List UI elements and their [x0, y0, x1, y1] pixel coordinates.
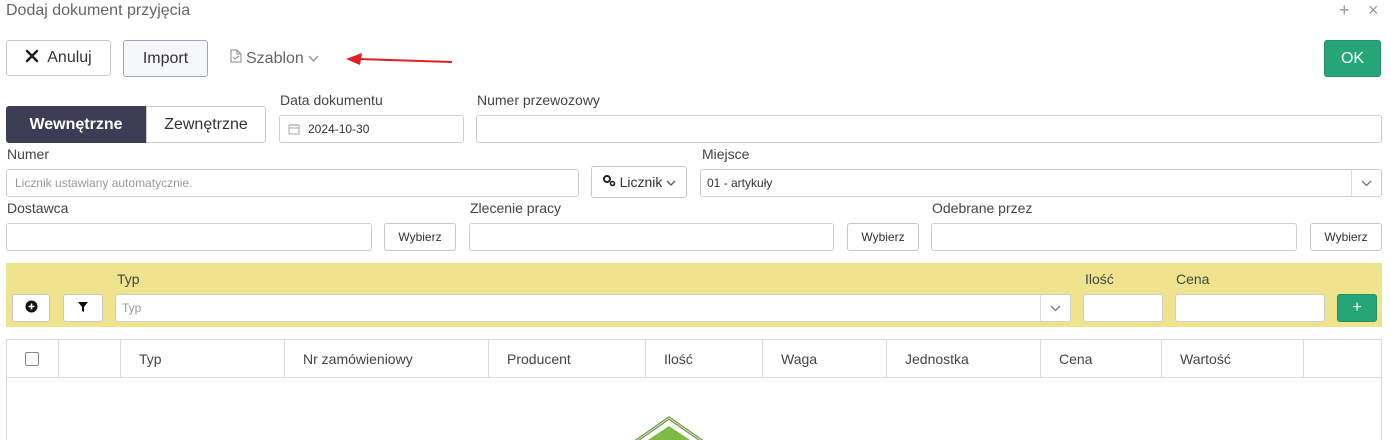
chevron-down-icon: [666, 174, 676, 190]
counter-dropdown[interactable]: Licznik: [591, 166, 687, 198]
column-type[interactable]: Typ: [121, 340, 285, 378]
supplier-label: Dostawca: [7, 200, 69, 216]
select-all-cell: [7, 340, 59, 378]
column-order-number[interactable]: Nr zamówieniowy: [285, 340, 489, 378]
tab-external[interactable]: Zewnętrzne: [146, 106, 266, 143]
number-input[interactable]: Licznik ustawiany automatycznie.: [6, 169, 579, 197]
type-placeholder: Typ: [122, 301, 142, 315]
add-item-button[interactable]: +: [1337, 294, 1377, 322]
column-extra: [1304, 340, 1381, 378]
received-by-label: Odebrane przez: [932, 200, 1033, 216]
place-value: 01 - artykuły: [707, 176, 773, 190]
carrier-number-label: Numer przewozowy: [477, 92, 600, 108]
template-dropdown[interactable]: Szablon: [230, 49, 319, 68]
chevron-down-icon: [308, 50, 319, 68]
items-table: Typ Nr zamówieniowy Producent Ilość Waga…: [6, 339, 1382, 440]
price-input[interactable]: [1175, 294, 1325, 322]
supplier-input[interactable]: [6, 223, 372, 251]
select-all-checkbox[interactable]: [25, 352, 39, 366]
add-circle-button[interactable]: [12, 294, 50, 322]
price-label: Cena: [1176, 271, 1210, 287]
window-title: Dodaj dokument przyjęcia: [6, 2, 191, 19]
date-label: Data dokumentu: [280, 92, 383, 108]
import-button[interactable]: Import: [123, 40, 208, 77]
ok-button[interactable]: OK: [1324, 40, 1381, 77]
date-input[interactable]: 2024-10-30: [279, 115, 464, 143]
received-by-input[interactable]: [931, 223, 1297, 251]
chevron-down-icon: [1040, 295, 1070, 321]
column-quantity[interactable]: Ilość: [646, 340, 763, 378]
column-producer[interactable]: Producent: [489, 340, 646, 378]
type-label: Typ: [117, 271, 140, 287]
cancel-label: Anuluj: [47, 49, 92, 66]
template-label: Szablon: [246, 49, 304, 67]
gears-icon: [602, 174, 616, 190]
work-order-choose-button[interactable]: Wybierz: [847, 223, 919, 251]
work-order-label: Zlecenie pracy: [470, 200, 562, 216]
column-value[interactable]: Wartość: [1162, 340, 1304, 378]
date-value: 2024-10-30: [308, 122, 370, 136]
counter-label: Licznik: [619, 174, 663, 190]
place-label: Miejsce: [702, 146, 750, 162]
cancel-button[interactable]: Anuluj: [6, 40, 111, 76]
type-select[interactable]: Typ: [115, 294, 1071, 322]
annotation-arrow: [346, 53, 453, 65]
filter-icon: [77, 300, 89, 316]
plus-circle-icon: [25, 300, 38, 316]
work-order-input[interactable]: [469, 223, 834, 251]
number-label: Numer: [7, 146, 50, 162]
chevron-down-icon: [1351, 170, 1381, 196]
table-header: Typ Nr zamówieniowy Producent Ilość Waga…: [7, 340, 1381, 378]
tab-internal[interactable]: Wewnętrzne: [6, 106, 146, 143]
place-select[interactable]: 01 - artykuły: [700, 169, 1382, 197]
add-window-icon[interactable]: +: [1339, 0, 1350, 21]
document-icon: [230, 49, 242, 68]
number-placeholder: Licznik ustawiany automatycznie.: [15, 176, 193, 190]
column-weight[interactable]: Waga: [763, 340, 887, 378]
received-by-choose-button[interactable]: Wybierz: [1310, 223, 1382, 251]
calendar-icon: [288, 123, 300, 135]
close-icon: [25, 49, 39, 68]
empty-state-icon: [634, 416, 704, 440]
column-unit[interactable]: Jednostka: [887, 340, 1041, 378]
column-price[interactable]: Cena: [1041, 340, 1162, 378]
filter-button[interactable]: [63, 294, 103, 322]
quantity-input[interactable]: [1083, 294, 1163, 322]
column-actions: [59, 340, 121, 378]
carrier-number-input[interactable]: [476, 115, 1382, 143]
quantity-label: Ilość: [1085, 271, 1114, 287]
close-window-icon[interactable]: ×: [1368, 0, 1379, 21]
supplier-choose-button[interactable]: Wybierz: [384, 223, 456, 251]
